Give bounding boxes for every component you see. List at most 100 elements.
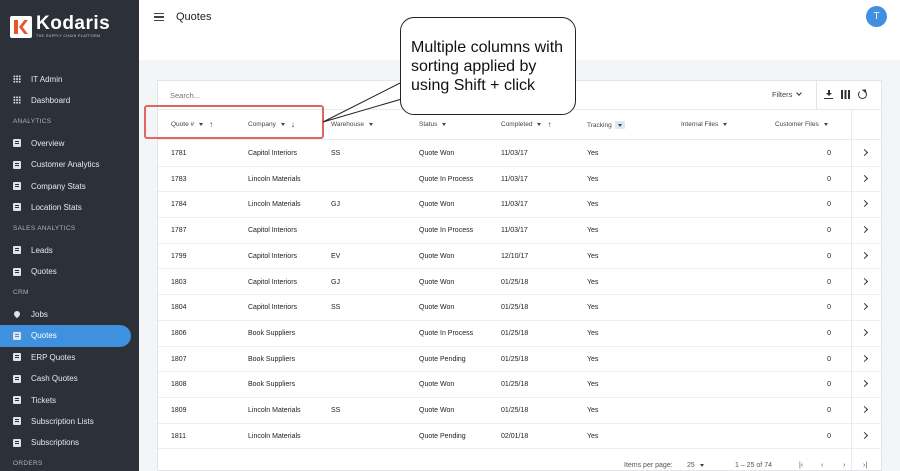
chevron-right-icon[interactable] [860,226,869,234]
columns-icon[interactable] [841,90,850,99]
table-row[interactable]: 1806 Book Suppliers Quote In Process 01/25/… [158,321,881,347]
caret-down-icon[interactable] [823,123,828,126]
cell-status: Quote Won [419,304,455,312]
column-header-customer-files[interactable]: Customer Files [775,121,828,128]
first-page-icon[interactable]: |‹ [799,462,803,469]
sidebar-item-jobs[interactable]: Jobs [0,303,131,325]
cell-completed: 01/25/18 [501,304,529,312]
last-page-icon[interactable]: ›| [863,462,867,469]
cell-customer-files: 0 [827,227,831,235]
brand-tagline: THE SUPPLY CHAIN PLATFORM [36,34,101,38]
sidebar-item-quotes[interactable]: Quotes [0,324,131,347]
items-per-page-label: Items per page: [624,462,673,469]
cell-completed: 12/10/17 [501,252,529,260]
sidebar-item-label: Subscription Lists [31,416,94,426]
grid-icon [13,75,21,83]
table-row[interactable]: 1787 Capitol Interiors Quote In Process 11/… [158,218,881,244]
chevron-right-icon[interactable] [860,200,869,208]
chevron-right-icon[interactable] [860,380,869,388]
sort-ascending-icon[interactable]: ↑ [547,120,551,128]
sidebar-item-dashboard[interactable]: Dashboard [0,89,131,111]
sidebar-item-quotes[interactable]: Quotes [0,261,131,283]
table-row[interactable]: 1809 Lincoln Materials SS Quote Won 01/25/18… [158,398,881,424]
sidebar-item-overview[interactable]: Overview [0,132,131,154]
sidebar-item-it-admin[interactable]: IT Admin [0,68,131,90]
cell-quote: 1808 [171,381,187,389]
table-row[interactable]: 1804 Capitol Interiors SS Quote Won 01/25/18… [158,295,881,321]
cell-quote: 1811 [171,432,187,440]
table-row[interactable]: 1783 Lincoln Materials Quote In Process 11/… [158,167,881,193]
download-icon[interactable] [824,90,833,99]
cell-tracking: Yes [587,432,599,440]
refresh-icon[interactable] [858,90,867,99]
sidebar-item-customer-analytics[interactable]: Customer Analytics [0,154,131,176]
chevron-right-icon[interactable] [860,354,869,362]
table-row[interactable]: 1781 Capitol Interiors SS Quote Won 11/03/17… [158,141,881,167]
divider [851,109,852,470]
chevron-right-icon[interactable] [860,431,869,439]
cell-company: Lincoln Materials [248,201,301,209]
column-header-warehouse[interactable]: Warehouse [331,121,373,128]
table-row[interactable]: 1803 Capitol Interiors GJ Quote Won 01/25/18… [158,270,881,296]
chevron-right-icon[interactable] [860,303,869,311]
next-page-icon[interactable]: › [843,462,845,469]
sidebar-item-tickets[interactable]: Tickets [0,389,131,411]
chevron-right-icon[interactable] [860,405,869,414]
column-header-label: Customer Files [775,121,819,128]
chevron-right-icon[interactable] [860,174,869,182]
chart-icon [13,246,21,255]
table-row[interactable]: 1799 Capitol Interiors EV Quote Won 12/10/17… [158,244,881,270]
chevron-right-icon[interactable] [860,251,869,259]
chart-icon [13,203,21,212]
caret-down-icon[interactable] [442,123,447,126]
sidebar-item-subscriptions[interactable]: Subscriptions [0,432,131,454]
table-row[interactable]: 1808 Book Suppliers Quote Won 01/25/18 Yes 0 [158,372,881,398]
caret-down-icon[interactable] [537,123,542,126]
cell-status: Quote Won [419,201,455,209]
table-row[interactable]: 1807 Book Suppliers Quote Pending 01/25/18 Y… [158,347,881,373]
caret-down-icon [617,123,622,127]
chevron-right-icon[interactable] [860,148,869,157]
cell-tracking: Yes [587,201,599,209]
cell-tracking: Yes [587,304,599,312]
sidebar: Kodaris THE SUPPLY CHAIN PLATFORM IT Adm… [0,0,139,471]
column-header-status[interactable]: Status [419,121,447,128]
column-header-tracking[interactable]: Tracking [587,121,625,129]
caret-down-icon[interactable] [723,123,728,126]
sidebar-item-company-stats[interactable]: Company Stats [0,175,131,197]
cell-quote: 1783 [171,175,187,183]
menu-icon[interactable] [154,13,164,21]
cell-completed: 11/03/17 [501,175,528,183]
sidebar-item-subscription-lists[interactable]: Subscription Lists [0,410,131,432]
column-header-completed[interactable]: Completed ↑ [501,120,551,128]
column-menu-button[interactable] [614,121,625,129]
sidebar-item-location-stats[interactable]: Location Stats [0,196,131,218]
cell-company: Capitol Interiors [248,304,298,312]
table-row[interactable]: 1784 Lincoln Materials GJ Quote Won 11/03/17… [158,192,881,219]
list-icon [13,417,21,426]
table-row[interactable]: 1811 Lincoln Materials Quote Pending 02/01/… [158,424,881,450]
chevron-right-icon[interactable] [860,328,869,336]
cell-warehouse: EV [331,252,341,260]
filters-button[interactable]: Filters [772,90,803,99]
brand-logo[interactable]: Kodaris THE SUPPLY CHAIN PLATFORM [0,0,139,60]
chart-icon [13,139,21,148]
chevron-right-icon[interactable] [860,277,869,285]
user-avatar[interactable]: T [866,6,887,27]
column-header-internal-files[interactable]: Internal Files [681,121,728,128]
sidebar-item-erp-quotes[interactable]: ERP Quotes [0,346,131,368]
caret-down-icon[interactable] [369,123,373,126]
cell-customer-files: 0 [827,355,831,363]
items-per-page-select[interactable]: 25 [687,462,704,469]
cell-tracking: Yes [587,150,599,157]
sidebar-item-leads[interactable]: Leads [0,239,131,261]
sidebar-item-cash-quotes[interactable]: Cash Quotes [0,368,131,390]
cell-completed: 01/25/18 [501,278,529,286]
sidebar-section-title: ANALYTICS [13,117,52,125]
sidebar-item-label: Company Stats [31,181,86,191]
sidebar-item-label: Jobs [31,309,48,319]
column-header-label: Tracking [587,121,612,129]
previous-page-icon[interactable]: ‹ [821,462,823,469]
cell-completed: 11/03/17 [501,150,528,157]
cell-company: Lincoln Materials [248,175,301,183]
